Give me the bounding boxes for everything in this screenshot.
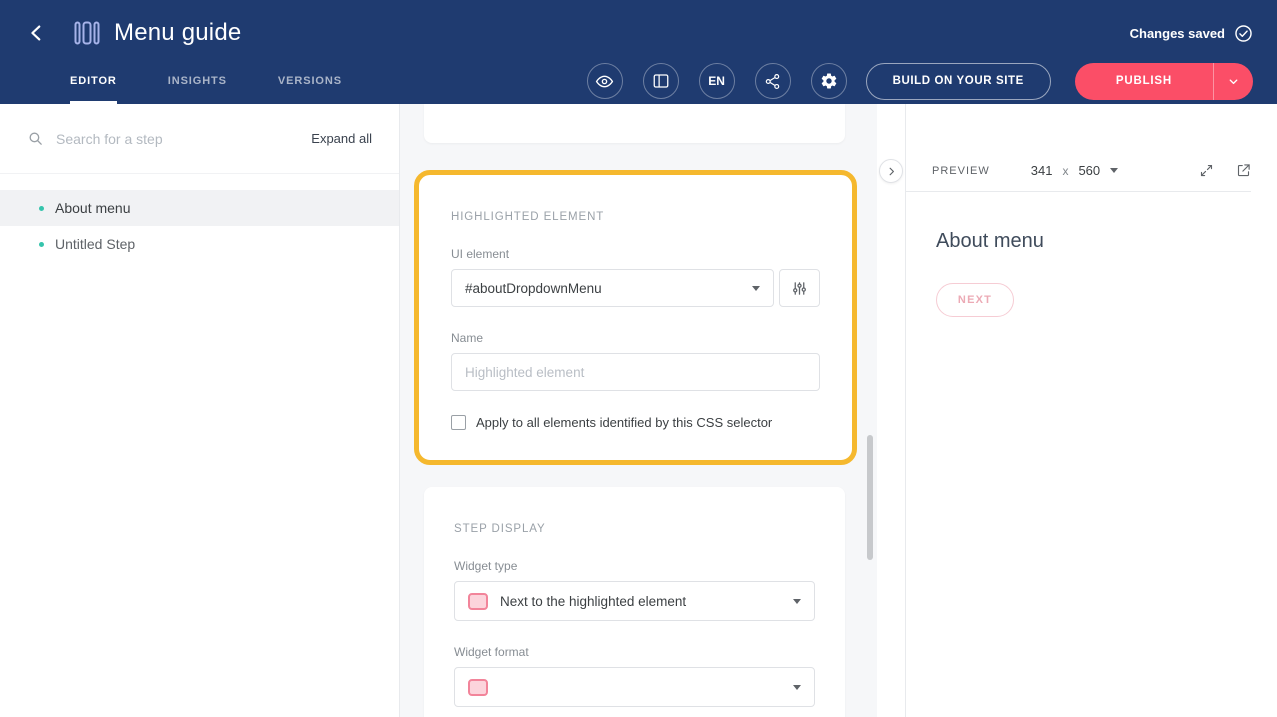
name-label: Name — [451, 331, 820, 345]
highlighted-element-card: HIGHLIGHTED ELEMENT UI element #aboutDro… — [414, 170, 857, 465]
expand-icon — [1199, 163, 1214, 178]
preview-title: PREVIEW — [932, 165, 990, 177]
step-status-dot — [39, 206, 44, 211]
topbar-actions: EN — [587, 63, 847, 99]
step-item-untitled-step[interactable]: Untitled Step — [0, 226, 399, 262]
widget-type-label: Widget type — [454, 559, 815, 573]
language-button[interactable]: EN — [699, 63, 735, 99]
chevron-down-icon — [1227, 75, 1240, 88]
tab-editor[interactable]: EDITOR — [70, 58, 117, 104]
page-title: Menu guide — [114, 19, 241, 47]
ui-element-label: UI element — [451, 247, 820, 261]
step-item-about-menu[interactable]: About menu — [0, 190, 399, 226]
tune-icon — [791, 280, 808, 297]
build-on-your-site-button[interactable]: BUILD ON YOUR SITE — [866, 63, 1051, 100]
widget-format-label: Widget format — [454, 645, 815, 659]
preview-size-separator: x — [1062, 164, 1068, 178]
preview-next-button[interactable]: NEXT — [936, 283, 1014, 317]
check-circle-icon — [1234, 24, 1253, 43]
step-list: About menu Untitled Step — [0, 174, 399, 262]
panel-gap — [877, 104, 905, 717]
changes-saved-status: Changes saved — [1130, 24, 1253, 43]
step-label: About menu — [55, 200, 131, 216]
preview-height-value: 560 — [1078, 163, 1100, 178]
preview-body: About menu NEXT — [906, 192, 1277, 317]
step-label: Untitled Step — [55, 236, 135, 252]
publish-button-group: PUBLISH — [1075, 63, 1253, 100]
publish-dropdown-button[interactable] — [1213, 63, 1253, 100]
gear-icon — [820, 72, 838, 90]
search-icon — [27, 130, 44, 147]
publish-button[interactable]: PUBLISH — [1075, 63, 1213, 100]
chevron-down-icon — [793, 685, 801, 690]
expand-all-link[interactable]: Expand all — [311, 131, 372, 146]
step-search-row: Expand all — [0, 104, 399, 174]
apply-all-label: Apply to all elements identified by this… — [476, 415, 772, 430]
app-logo-icon — [74, 20, 100, 46]
step-display-card: STEP DISPLAY Widget type Next to the hig… — [424, 487, 845, 717]
tooltip-widget-icon — [468, 593, 488, 610]
changes-saved-label: Changes saved — [1130, 26, 1225, 41]
ui-element-select[interactable]: #aboutDropdownMenu — [451, 269, 774, 307]
back-button[interactable] — [24, 20, 50, 46]
preview-eye-button[interactable] — [587, 63, 623, 99]
open-in-new-window-button[interactable] — [1236, 163, 1251, 178]
selector-settings-button[interactable] — [779, 269, 820, 307]
chevron-down-icon — [793, 599, 801, 604]
widget-type-select[interactable]: Next to the highlighted element — [454, 581, 815, 621]
collapse-preview-button[interactable] — [879, 159, 903, 183]
chevron-left-icon — [26, 22, 48, 44]
tab-insights[interactable]: INSIGHTS — [168, 58, 227, 104]
widget-type-value: Next to the highlighted element — [500, 594, 686, 609]
chevron-down-icon — [1110, 168, 1118, 173]
preview-size-dropdown[interactable]: 341 x 560 — [1031, 163, 1118, 178]
step-editor-panel: HIGHLIGHTED ELEMENT UI element #aboutDro… — [400, 104, 877, 717]
board-icon — [652, 72, 670, 90]
previous-card-partial — [424, 104, 845, 143]
widget-format-select[interactable] — [454, 667, 815, 707]
chevron-right-icon — [885, 165, 898, 178]
editor-tabs: EDITOR INSIGHTS VERSIONS — [70, 58, 342, 104]
highlighted-element-name-input[interactable] — [451, 353, 820, 391]
preview-header: PREVIEW 341 x 560 — [906, 150, 1251, 192]
tooltip-widget-icon — [468, 679, 488, 696]
topbar: Menu guide Changes saved EDITOR INSIGHTS… — [0, 0, 1277, 104]
search-step-input[interactable] — [56, 131, 311, 147]
share-button[interactable] — [755, 63, 791, 99]
share-icon — [764, 73, 781, 90]
editor-scrollbar-thumb[interactable] — [867, 435, 873, 560]
apply-all-checkbox[interactable] — [451, 415, 466, 430]
expand-preview-button[interactable] — [1199, 163, 1214, 178]
ui-element-value: #aboutDropdownMenu — [465, 281, 602, 296]
settings-button[interactable] — [811, 63, 847, 99]
step-status-dot — [39, 242, 44, 247]
preview-width-value: 341 — [1031, 163, 1053, 178]
external-link-icon — [1236, 163, 1251, 178]
eye-icon — [595, 72, 614, 91]
section-title: STEP DISPLAY — [454, 523, 815, 535]
tab-versions[interactable]: VERSIONS — [278, 58, 342, 104]
section-title: HIGHLIGHTED ELEMENT — [451, 211, 820, 223]
layout-panel-button[interactable] — [643, 63, 679, 99]
steps-sidebar: Expand all About menu Untitled Step — [0, 104, 400, 717]
chevron-down-icon — [752, 286, 760, 291]
preview-panel: PREVIEW 341 x 560 — [905, 104, 1277, 717]
preview-step-heading: About menu — [936, 230, 1247, 253]
